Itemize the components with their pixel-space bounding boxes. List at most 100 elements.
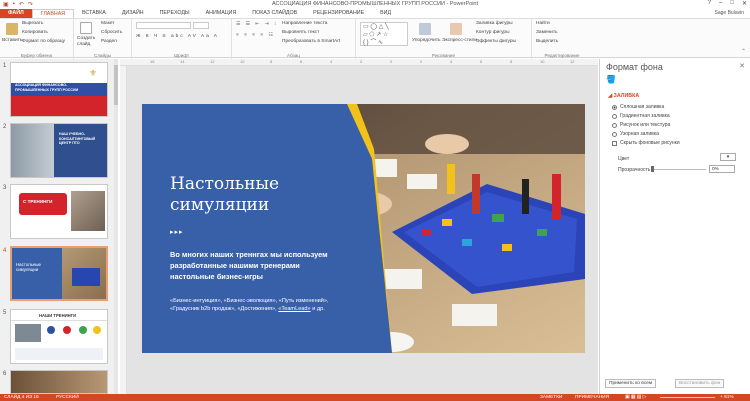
tab-insert[interactable]: ВСТАВКА bbox=[74, 9, 114, 18]
transparency-input[interactable]: 0% bbox=[709, 165, 735, 173]
color-picker-button[interactable]: ▾ bbox=[720, 153, 736, 161]
view-buttons-icon[interactable]: ▣ ▦ ▤ ▷ bbox=[625, 394, 646, 401]
font-group: Ж К Ч S abc AV Aa A Шрифт bbox=[132, 19, 232, 59]
new-slide-button[interactable]: Создать слайд bbox=[77, 36, 101, 48]
cut-button[interactable]: Вырезать bbox=[22, 21, 43, 26]
teamlead-link[interactable]: «TeamLead» bbox=[278, 306, 310, 312]
select-button[interactable]: Выделить bbox=[536, 39, 558, 44]
play-arrows-icon: ▸▸▸ bbox=[170, 229, 184, 236]
slide-number: 4 bbox=[3, 248, 7, 254]
transparency-label: Прозрачность bbox=[618, 167, 651, 173]
thumbnail-scrollbar[interactable] bbox=[114, 59, 118, 394]
gradient-fill-option[interactable]: Градиентная заливка bbox=[612, 113, 670, 119]
arrange-button[interactable]: Упорядочить bbox=[412, 38, 441, 43]
slide-body-text[interactable]: Во многих наших треннгах мы используем р… bbox=[170, 249, 335, 282]
tab-animation[interactable]: АНИМАЦИЯ bbox=[198, 9, 245, 18]
zoom-level[interactable]: + 61% bbox=[720, 394, 734, 401]
new-slide-icon[interactable] bbox=[80, 22, 92, 34]
notes-button[interactable]: ЗАМЕТКИ bbox=[540, 394, 562, 401]
thumb-title: НАШИ ТРЕНИНГИ bbox=[39, 313, 77, 318]
slide-title[interactable]: Настольные симуляции bbox=[170, 174, 279, 216]
slide-games-list[interactable]: «Бизнес-интуиция», «Бизнес-эволюция», «П… bbox=[170, 297, 335, 313]
comments-button[interactable]: ПРИМЕЧАНИЯ bbox=[575, 394, 609, 401]
arrange-icon[interactable] bbox=[419, 23, 431, 35]
align-buttons-icon[interactable]: ≡ ≡ ≡ ≡ ☷ bbox=[236, 33, 275, 38]
text-direction-button[interactable]: Направление текста bbox=[282, 21, 327, 26]
paste-icon[interactable] bbox=[6, 23, 18, 35]
slide-thumbnail-5[interactable]: НАШИ ТРЕНИНГИ bbox=[10, 309, 108, 364]
tab-file[interactable]: ФАЙЛ bbox=[0, 9, 32, 18]
collapse-ribbon-icon[interactable]: ⌃ bbox=[741, 48, 746, 55]
solid-fill-option[interactable]: Сплошная заливка bbox=[612, 104, 664, 110]
editing-group: Найти Заменить Выделить Редактирование bbox=[532, 19, 592, 59]
close-icon[interactable]: ✕ bbox=[742, 0, 747, 7]
slide-title-line-1: Настольные bbox=[170, 174, 280, 194]
copy-button[interactable]: Копировать bbox=[22, 30, 48, 35]
slide-thumbnail-2[interactable]: НАШ УЧЕБНО-КОНСАЛТИНГОВЫЙ ЦЕНТР ПТО bbox=[10, 123, 108, 178]
window-title: АССОЦИАЦИЯ ФИНАНСОВО-ПРОМЫШЛЕННЫХ ГРУПП … bbox=[271, 1, 479, 7]
drawing-group-label: Рисование bbox=[431, 53, 456, 58]
font-format-buttons[interactable]: Ж К Ч S abc AV Aa A bbox=[136, 34, 219, 39]
minimize-icon[interactable]: – bbox=[719, 0, 722, 7]
quick-styles-icon[interactable] bbox=[450, 23, 462, 35]
hide-background-graphics[interactable]: Скрыть фоновые рисунки bbox=[612, 140, 680, 146]
shapes-gallery[interactable]: ▭ ◯ △ ╲ ▱ ⬠ ↗ ☆{ } ⌒ ∿ bbox=[360, 22, 408, 46]
fill-section-header[interactable]: ◢ ЗАЛИВКА bbox=[608, 93, 639, 99]
solid-fill-radio[interactable] bbox=[612, 104, 617, 110]
tab-design[interactable]: ДИЗАЙН bbox=[114, 9, 152, 18]
thumb-red-block bbox=[19, 193, 67, 215]
pattern-fill-radio[interactable] bbox=[612, 131, 617, 137]
align-text-button[interactable]: Выровнять текст bbox=[282, 30, 319, 35]
section-button[interactable]: Раздел bbox=[101, 39, 117, 44]
zoom-slider[interactable] bbox=[660, 397, 715, 398]
quick-styles-button[interactable]: Экспресс-стили bbox=[442, 38, 477, 43]
language-indicator[interactable]: РУССКИЙ bbox=[56, 394, 79, 401]
tab-slideshow[interactable]: ПОКАЗ СЛАЙДОВ bbox=[244, 9, 305, 18]
ribbon: Вставить Вырезать Копировать Формат по о… bbox=[0, 18, 750, 59]
tab-review[interactable]: РЕЦЕНЗИРОВАНИЕ bbox=[305, 9, 372, 18]
shape-fill-button[interactable]: Заливка фигуры bbox=[476, 21, 513, 26]
maximize-icon[interactable]: □ bbox=[730, 0, 734, 7]
slide-thumbnail-1[interactable]: АССОЦИАЦИЯ ФИНАНСОВО-ПРОМЫШЛЕННЫХ ГРУПП … bbox=[10, 62, 108, 117]
gradient-fill-radio[interactable] bbox=[612, 113, 617, 119]
list-buttons-icon[interactable]: ☰ ☰ ⇤ ⇥ ↕ bbox=[236, 22, 278, 27]
paint-bucket-icon[interactable]: 🪣 bbox=[606, 75, 616, 84]
slide-number: 3 bbox=[3, 185, 7, 191]
format-painter-button[interactable]: Формат по образцу bbox=[22, 39, 65, 44]
picture-fill-radio[interactable] bbox=[612, 122, 617, 128]
find-button[interactable]: Найти bbox=[536, 21, 550, 26]
smartart-button[interactable]: Преобразовать в SmartArt bbox=[282, 39, 340, 44]
close-pane-icon[interactable]: ✕ bbox=[739, 62, 745, 70]
restore-background-button[interactable]: Восстановить фон bbox=[675, 379, 725, 388]
apply-to-all-button[interactable]: Применить ко всем bbox=[605, 379, 657, 388]
reset-button[interactable]: Сбросить bbox=[101, 30, 122, 35]
window-controls: ? – □ ✕ bbox=[708, 0, 747, 7]
pattern-fill-option[interactable]: Узорная заливка bbox=[612, 131, 659, 137]
thumb-title: АССОЦИАЦИЯ ФИНАНСОВО-ПРОМЫШЛЕННЫХ ГРУПП … bbox=[15, 83, 79, 92]
picture-fill-option[interactable]: Рисунок или текстура bbox=[612, 122, 670, 128]
tab-home[interactable]: ГЛАВНАЯ bbox=[31, 9, 75, 18]
slide-number: 2 bbox=[3, 124, 7, 130]
user-name[interactable]: Sage Bulavin bbox=[715, 9, 744, 18]
hide-graphics-checkbox[interactable] bbox=[612, 140, 617, 146]
shape-effects-button[interactable]: Эффекты фигуры bbox=[476, 39, 516, 44]
tab-transitions[interactable]: ПЕРЕХОДЫ bbox=[152, 9, 198, 18]
clipboard-group-label: Буфер обмена bbox=[20, 53, 53, 58]
paste-button[interactable]: Вставить bbox=[2, 38, 22, 43]
transparency-slider[interactable] bbox=[652, 169, 706, 170]
slide-thumbnail-6[interactable] bbox=[10, 370, 108, 394]
picture-fill-label: Рисунок или текстура bbox=[620, 122, 671, 128]
current-slide[interactable]: Настольные симуляции ▸▸▸ Во многих наших… bbox=[142, 104, 585, 353]
transparency-slider-handle[interactable] bbox=[651, 166, 654, 172]
shape-outline-button[interactable]: Контур фигуры bbox=[476, 30, 510, 35]
replace-button[interactable]: Заменить bbox=[536, 30, 558, 35]
slide-thumbnail-4[interactable]: Настольные симуляции bbox=[10, 246, 108, 301]
font-size-box[interactable] bbox=[193, 22, 209, 29]
tab-view[interactable]: ВИД bbox=[372, 9, 399, 18]
scrollbar-thumb[interactable] bbox=[114, 65, 118, 105]
layout-button[interactable]: Макет bbox=[101, 21, 115, 26]
fill-section-label: ЗАЛИВКА bbox=[613, 93, 640, 99]
help-icon[interactable]: ? bbox=[708, 0, 711, 7]
font-name-box[interactable] bbox=[136, 22, 191, 29]
slide-thumbnail-3[interactable]: С ТРЕНИНГИ bbox=[10, 184, 108, 239]
